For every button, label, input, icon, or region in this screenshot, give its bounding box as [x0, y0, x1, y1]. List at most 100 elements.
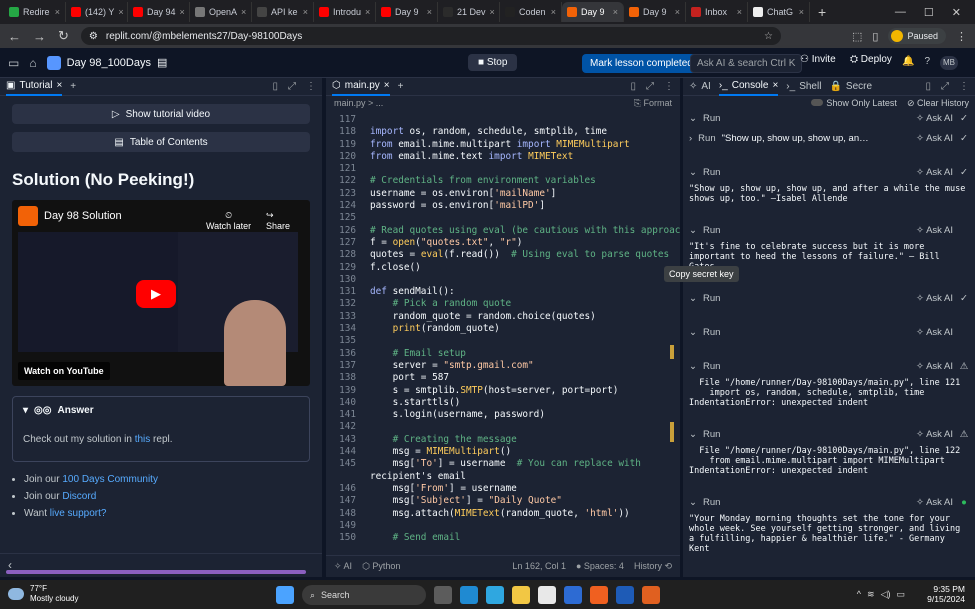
browser-tab[interactable]: Day 9 × — [376, 2, 438, 22]
expand-icon[interactable]: ⤢ — [941, 81, 949, 92]
split-pane-icon[interactable]: ▯ — [630, 81, 636, 92]
code-line[interactable]: 149 — [326, 520, 680, 532]
browser-tab[interactable]: API ke × — [252, 2, 314, 22]
code-line[interactable]: 120 from email.mime.text import MIMEText — [326, 151, 680, 163]
browser-tab[interactable]: 21 Dev × — [438, 2, 500, 22]
reload-icon[interactable]: ↻ — [58, 28, 69, 44]
repl-info-icon[interactable]: ▤ — [157, 56, 167, 69]
live-support-link[interactable]: live support? — [50, 508, 107, 519]
store-icon[interactable] — [486, 586, 504, 604]
community-link[interactable]: 100 Days Community — [62, 474, 158, 485]
cursor-position[interactable]: Ln 162, Col 1 — [512, 561, 566, 572]
code-line[interactable]: 129 f.close() — [326, 262, 680, 274]
code-line[interactable]: 121 — [326, 163, 680, 175]
close-tab-icon[interactable]: × — [365, 7, 370, 17]
browser-tab[interactable]: Inbox × — [686, 2, 748, 22]
forward-icon[interactable]: → — [33, 29, 46, 44]
code-line[interactable]: 131 def sendMail(): — [326, 286, 680, 298]
menu-icon[interactable]: ⋮ — [956, 30, 967, 43]
code-line[interactable]: 142 — [326, 421, 680, 433]
code-line[interactable]: 146 msg['From'] = username — [326, 483, 680, 495]
code-line[interactable]: 136 # Email setup — [326, 348, 680, 360]
site-info-icon[interactable]: ⚙ — [89, 31, 98, 42]
chevron-down-icon[interactable]: ⌄ — [689, 293, 697, 304]
close-tab-icon[interactable]: × — [427, 7, 432, 17]
code-line[interactable]: 117 — [326, 114, 680, 126]
browser-tab[interactable]: Coden × — [500, 2, 562, 22]
tab-tutorial[interactable]: ▣ Tutorial × — [6, 78, 63, 96]
wifi-icon[interactable]: ≋ — [867, 589, 875, 600]
browser-tab[interactable]: Redire × — [4, 2, 66, 22]
volume-icon[interactable]: ◁) — [881, 589, 891, 600]
code-line[interactable]: 132 # Pick a random quote — [326, 298, 680, 310]
browser-tab[interactable]: ChatG × — [748, 2, 810, 22]
close-tab-icon[interactable]: × — [675, 7, 680, 17]
code-line[interactable]: 127 f = open("quotes.txt", "r") — [326, 237, 680, 249]
expand-icon[interactable]: ⤢ — [288, 81, 296, 92]
ask-ai-search-button[interactable]: Ask AI & search Ctrl K — [690, 54, 803, 73]
ai-status[interactable]: ✧ AI — [334, 561, 352, 572]
code-line[interactable]: 150 # Send email — [326, 532, 680, 544]
add-tab-icon[interactable]: + — [70, 81, 76, 92]
code-line[interactable]: 126 # Read quotes using eval (be cautious… — [326, 225, 680, 237]
code-line[interactable]: 144 msg = MIMEMultipart() — [326, 446, 680, 458]
maximize-icon[interactable]: ☐ — [924, 6, 934, 19]
discord-link[interactable]: Discord — [62, 491, 96, 502]
stop-button[interactable]: ■ Stop — [468, 54, 518, 71]
expand-icon[interactable]: ⤢ — [646, 81, 654, 92]
invite-button[interactable]: ⚇ Invite — [800, 54, 836, 65]
chrome-icon[interactable] — [538, 586, 556, 604]
close-tab-icon[interactable]: × — [551, 7, 556, 17]
more-icon[interactable]: ⋮ — [306, 81, 316, 92]
url-field[interactable]: ⚙ replit.com/@mbelements27/Day-98100Days… — [80, 27, 781, 45]
taskbar-search[interactable]: ⌕ Search — [302, 585, 426, 605]
ask-ai-button[interactable]: ✧ Ask AI — [916, 113, 953, 124]
browser-tab[interactable]: Introdu × — [314, 2, 376, 22]
horizontal-scrollbar[interactable] — [6, 570, 306, 574]
code-line[interactable]: 139 s = smtplib.SMTP(host=server, port=p… — [326, 385, 680, 397]
code-line[interactable]: 148 msg.attach(MIMEText(random_quote, 'h… — [326, 508, 680, 520]
code-line[interactable]: 125 — [326, 212, 680, 224]
code-line[interactable]: 118 import os, random, schedule, smtplib,… — [326, 126, 680, 138]
close-tab-icon[interactable]: × — [56, 80, 62, 91]
close-tab-icon[interactable]: × — [303, 7, 308, 17]
clear-history-button[interactable]: ⊘ Clear History — [907, 98, 969, 109]
user-avatar[interactable]: MB — [940, 56, 959, 70]
extensions-icon[interactable]: ⬚ — [852, 30, 862, 43]
console-run-row[interactable]: ⌄ Run ✧ Ask AI ● — [683, 494, 975, 510]
console-run-row[interactable]: ⌄ Run ✧ Ask AI ⚠ — [683, 426, 975, 442]
close-tab-icon[interactable]: × — [799, 7, 804, 17]
mark-lesson-completed-button[interactable]: Mark lesson completed — [582, 54, 701, 73]
close-tab-icon[interactable]: × — [490, 7, 495, 17]
close-tab-icon[interactable]: × — [613, 7, 618, 17]
format-button[interactable]: ⎘ Format — [634, 98, 672, 109]
close-tab-icon[interactable]: × — [384, 80, 390, 91]
repl-name[interactable]: Day 98_100Days ▤ — [46, 55, 167, 70]
watch-later-button[interactable]: ⏲ Watch later — [206, 210, 251, 231]
show-tutorial-video-button[interactable]: ▷ Show tutorial video — [12, 104, 310, 124]
console-run-row[interactable]: ⌄ Run ✧ Ask AI ✓ — [683, 290, 975, 306]
edge-icon[interactable] — [460, 586, 478, 604]
history-button[interactable]: History ⟲ — [634, 561, 672, 572]
chevron-up-icon[interactable]: ^ — [857, 589, 861, 600]
bookmark-star-icon[interactable]: ☆ — [764, 31, 773, 42]
code-line[interactable]: 119 from email.mime.multipart import MIME… — [326, 139, 680, 151]
watch-on-youtube-link[interactable]: Watch on YouTube — [18, 362, 110, 380]
clock[interactable]: 9:35 PM 9/15/2024 — [927, 584, 965, 604]
ask-ai-button[interactable]: ✧ Ask AI — [916, 133, 953, 144]
firefox-icon[interactable] — [590, 586, 608, 604]
code-line[interactable]: 147 msg['Subject'] = "Daily Quote" — [326, 495, 680, 507]
code-line[interactable]: 128 quotes = eval(f.read()) # Using eval … — [326, 249, 680, 261]
browser-tab[interactable]: Day 9 × — [562, 2, 624, 22]
back-icon[interactable]: ← — [8, 29, 21, 44]
windows-start-icon[interactable] — [276, 586, 294, 604]
chevron-down-icon[interactable]: ⌄ — [689, 361, 697, 372]
close-tab-icon[interactable]: × — [118, 7, 123, 17]
console-run-row[interactable]: › Run "Show up, show up, show up, an… ✧ Ask… — [683, 130, 975, 146]
close-tab-icon[interactable]: × — [772, 80, 778, 91]
code-line[interactable]: 130 — [326, 274, 680, 286]
code-line[interactable]: 140 s.starttls() — [326, 397, 680, 409]
code-line[interactable]: recipient's email — [326, 471, 680, 483]
sidebar-toggle-icon[interactable]: ▭ — [8, 56, 19, 70]
tab-main-py[interactable]: ⬡ main.py × — [332, 78, 390, 96]
